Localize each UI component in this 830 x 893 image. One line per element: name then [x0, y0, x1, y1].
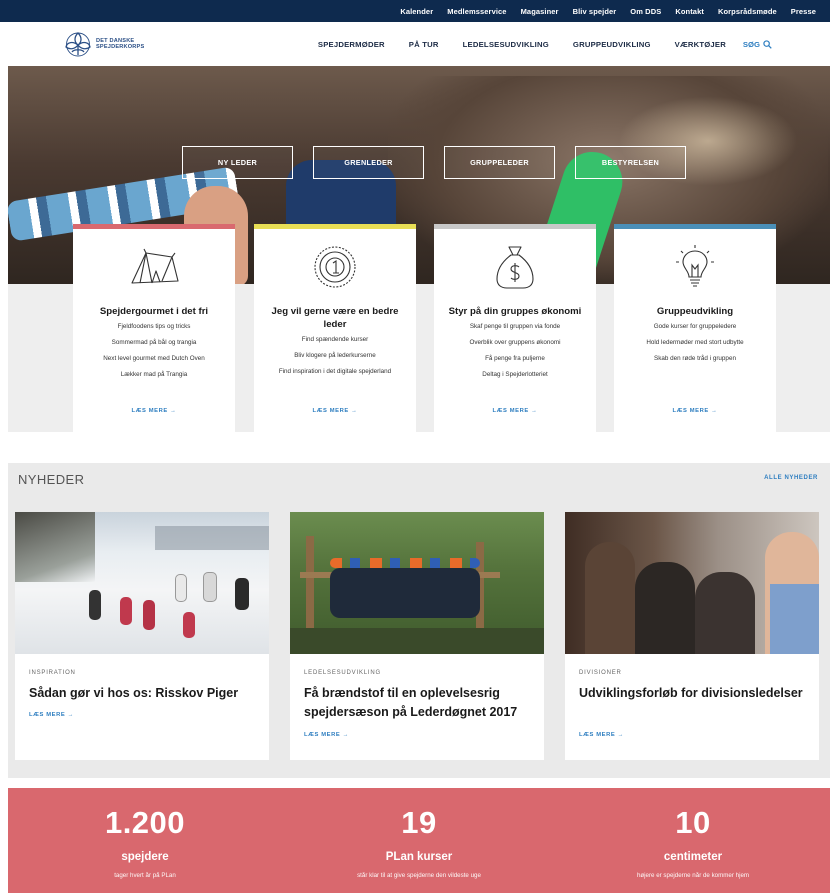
stat-number: 10: [675, 805, 711, 840]
news-title[interactable]: Udviklingsforløb for divisionsledelser: [579, 684, 809, 703]
news-category: INSPIRATION: [29, 670, 76, 676]
stat-spejdere: 1.200 spejdere tager hvert år på PLan: [8, 788, 282, 879]
nav-spejdermoeder[interactable]: SPEJDERMØDER: [318, 40, 385, 49]
role-button-bestyrelsen[interactable]: BESTYRELSEN: [575, 146, 686, 179]
utility-link-korpsraadsmoede[interactable]: Korpsrådsmøde: [718, 7, 777, 16]
news-category: DIVISIONER: [579, 670, 622, 676]
news-photo-scouts-tower: [290, 512, 544, 654]
lily-logo-icon: [65, 32, 91, 57]
nav-ledelsesudvikling[interactable]: LEDELSESUDVIKLING: [463, 40, 549, 49]
news-section: NYHEDER ALLE NYHEDER INSPIRATION Sådan g…: [8, 463, 830, 778]
news-category: LEDELSESUDVIKLING: [304, 670, 381, 676]
utility-link-om-dds[interactable]: Om DDS: [630, 7, 661, 16]
all-news-link[interactable]: ALLE NYHEDER: [764, 475, 818, 481]
lightbulb-icon: [676, 245, 714, 287]
tent-icon: [131, 248, 179, 284]
card-read-more-link[interactable]: LÆS MERE →: [73, 408, 235, 414]
topic-card-gourmet[interactable]: Spejdergourmet i det fri Fjeldfoodens ti…: [73, 224, 235, 432]
news-card[interactable]: LEDELSESUDVIKLING Få brændstof til en op…: [290, 512, 544, 760]
card-line[interactable]: Find spændende kurser: [266, 335, 404, 344]
nav-vaerktoejer[interactable]: VÆRKTØJER: [675, 40, 726, 49]
card-line[interactable]: Få penge fra puljerne: [446, 354, 584, 363]
news-card[interactable]: INSPIRATION Sådan gør vi hos os: Risskov…: [15, 512, 269, 760]
topic-card-oekonomi[interactable]: Styr på din gruppes økonomi Skaf penge t…: [434, 224, 596, 432]
stat-centimeter: 10 centimeter højere er spejderne når de…: [556, 788, 830, 879]
nav-paa-tur[interactable]: PÅ TUR: [409, 40, 439, 49]
utility-link-medlemsservice[interactable]: Medlemsservice: [447, 7, 506, 16]
stat-unit: centimeter: [663, 851, 723, 863]
stats-band: 1.200 spejdere tager hvert år på PLan 19…: [8, 788, 830, 893]
stat-unit: spejdere: [121, 851, 169, 863]
utility-link-kalender[interactable]: Kalender: [400, 7, 433, 16]
news-heading: NYHEDER: [18, 472, 85, 487]
main-nav: SPEJDERMØDER PÅ TUR LEDELSESUDVIKLING GR…: [318, 22, 726, 66]
news-read-more-link[interactable]: LÆS MERE →: [304, 732, 349, 738]
nav-gruppeudvikling[interactable]: GRUPPEUDVIKLING: [573, 40, 651, 49]
utility-link-kontakt[interactable]: Kontakt: [675, 7, 704, 16]
medal-icon: [314, 246, 356, 288]
card-read-more-link[interactable]: LÆS MERE →: [434, 408, 596, 414]
stat-description: tager hvert år på PLan: [114, 872, 176, 879]
utility-link-magasiner[interactable]: Magasiner: [521, 7, 559, 16]
utility-links: Kalender Medlemsservice Magasiner Bliv s…: [400, 0, 816, 22]
topic-card-gruppeudvikling[interactable]: Gruppeudvikling Gode kurser for gruppele…: [614, 224, 776, 432]
role-button-gruppeleder[interactable]: GRUPPELEDER: [444, 146, 555, 179]
card-line[interactable]: Next level gourmet med Dutch Oven: [85, 354, 223, 363]
role-button-ny-leder[interactable]: NY LEDER: [182, 146, 293, 179]
search-icon: [763, 39, 772, 49]
card-line[interactable]: Lækker mad på Trangia: [85, 370, 223, 379]
main-header: DET DANSKE SPEJDERKORPS SPEJDERMØDER PÅ …: [0, 22, 830, 66]
card-title: Jeg vil gerne være en bedre leder: [271, 306, 399, 330]
logo-text: DET DANSKE SPEJDERKORPS: [96, 38, 144, 51]
role-buttons: NY LEDER GRENLEDER GRUPPELEDER BESTYRELS…: [182, 146, 686, 179]
card-line[interactable]: Gode kurser for gruppeledere: [626, 322, 764, 331]
logo[interactable]: DET DANSKE SPEJDERKORPS: [64, 31, 144, 57]
topic-card-leder[interactable]: Jeg vil gerne være en bedre leder Find s…: [254, 224, 416, 432]
stat-number: 19: [401, 805, 437, 840]
money-bag-icon: [496, 246, 534, 289]
stat-description: står klar til at give spejderne den vild…: [357, 872, 481, 879]
card-line[interactable]: Overblik over gruppens økonomi: [446, 338, 584, 347]
role-button-grenleder[interactable]: GRENLEDER: [313, 146, 424, 179]
card-line[interactable]: Bliv klogere på lederkurserne: [266, 351, 404, 360]
card-line[interactable]: Hold ledermøder med stort udbytte: [626, 338, 764, 347]
news-title[interactable]: Sådan gør vi hos os: Risskov Piger: [29, 684, 259, 703]
card-line[interactable]: Fjeldfoodens tips og tricks: [85, 322, 223, 331]
stat-plan-kurser: 19 PLan kurser står klar til at give spe…: [282, 788, 556, 879]
stat-unit: PLan kurser: [385, 851, 453, 863]
stat-description: højere er spejderne når de kommer hjem: [636, 872, 750, 879]
card-line[interactable]: Skaf penge til gruppen via fonde: [446, 322, 584, 331]
news-photo-snow: [15, 512, 269, 654]
logo-text-line-2: SPEJDERKORPS: [96, 44, 145, 50]
card-line[interactable]: Skab den røde tråd i gruppen: [626, 354, 764, 363]
search-button[interactable]: SØG: [743, 22, 772, 66]
search-label: SØG: [742, 39, 760, 49]
card-read-more-link[interactable]: LÆS MERE →: [254, 408, 416, 414]
card-title: Styr på din gruppes økonomi: [448, 306, 582, 317]
utility-link-bliv-spejder[interactable]: Bliv spejder: [573, 7, 617, 16]
card-line[interactable]: Sommermad på bål og trangia: [85, 338, 223, 347]
card-title: Gruppeudvikling: [656, 306, 734, 317]
news-title[interactable]: Få brændstof til en oplevelsesrig spejde…: [304, 684, 534, 722]
card-title: Spejdergourmet i det fri: [99, 306, 209, 317]
card-line[interactable]: Find inspiration i det digitale spejderl…: [266, 367, 404, 376]
news-read-more-link[interactable]: LÆS MERE →: [579, 732, 624, 738]
utility-bar: Kalender Medlemsservice Magasiner Bliv s…: [0, 0, 830, 22]
card-line[interactable]: Deltag i Spejderlotteriet: [446, 370, 584, 379]
news-card[interactable]: DIVISIONER Udviklingsforløb for division…: [565, 512, 819, 760]
stat-number: 1.200: [104, 805, 186, 840]
news-photo-meeting: [565, 512, 819, 654]
news-read-more-link[interactable]: LÆS MERE →: [29, 712, 74, 718]
utility-link-presse[interactable]: Presse: [791, 7, 816, 16]
card-read-more-link[interactable]: LÆS MERE →: [614, 408, 776, 414]
